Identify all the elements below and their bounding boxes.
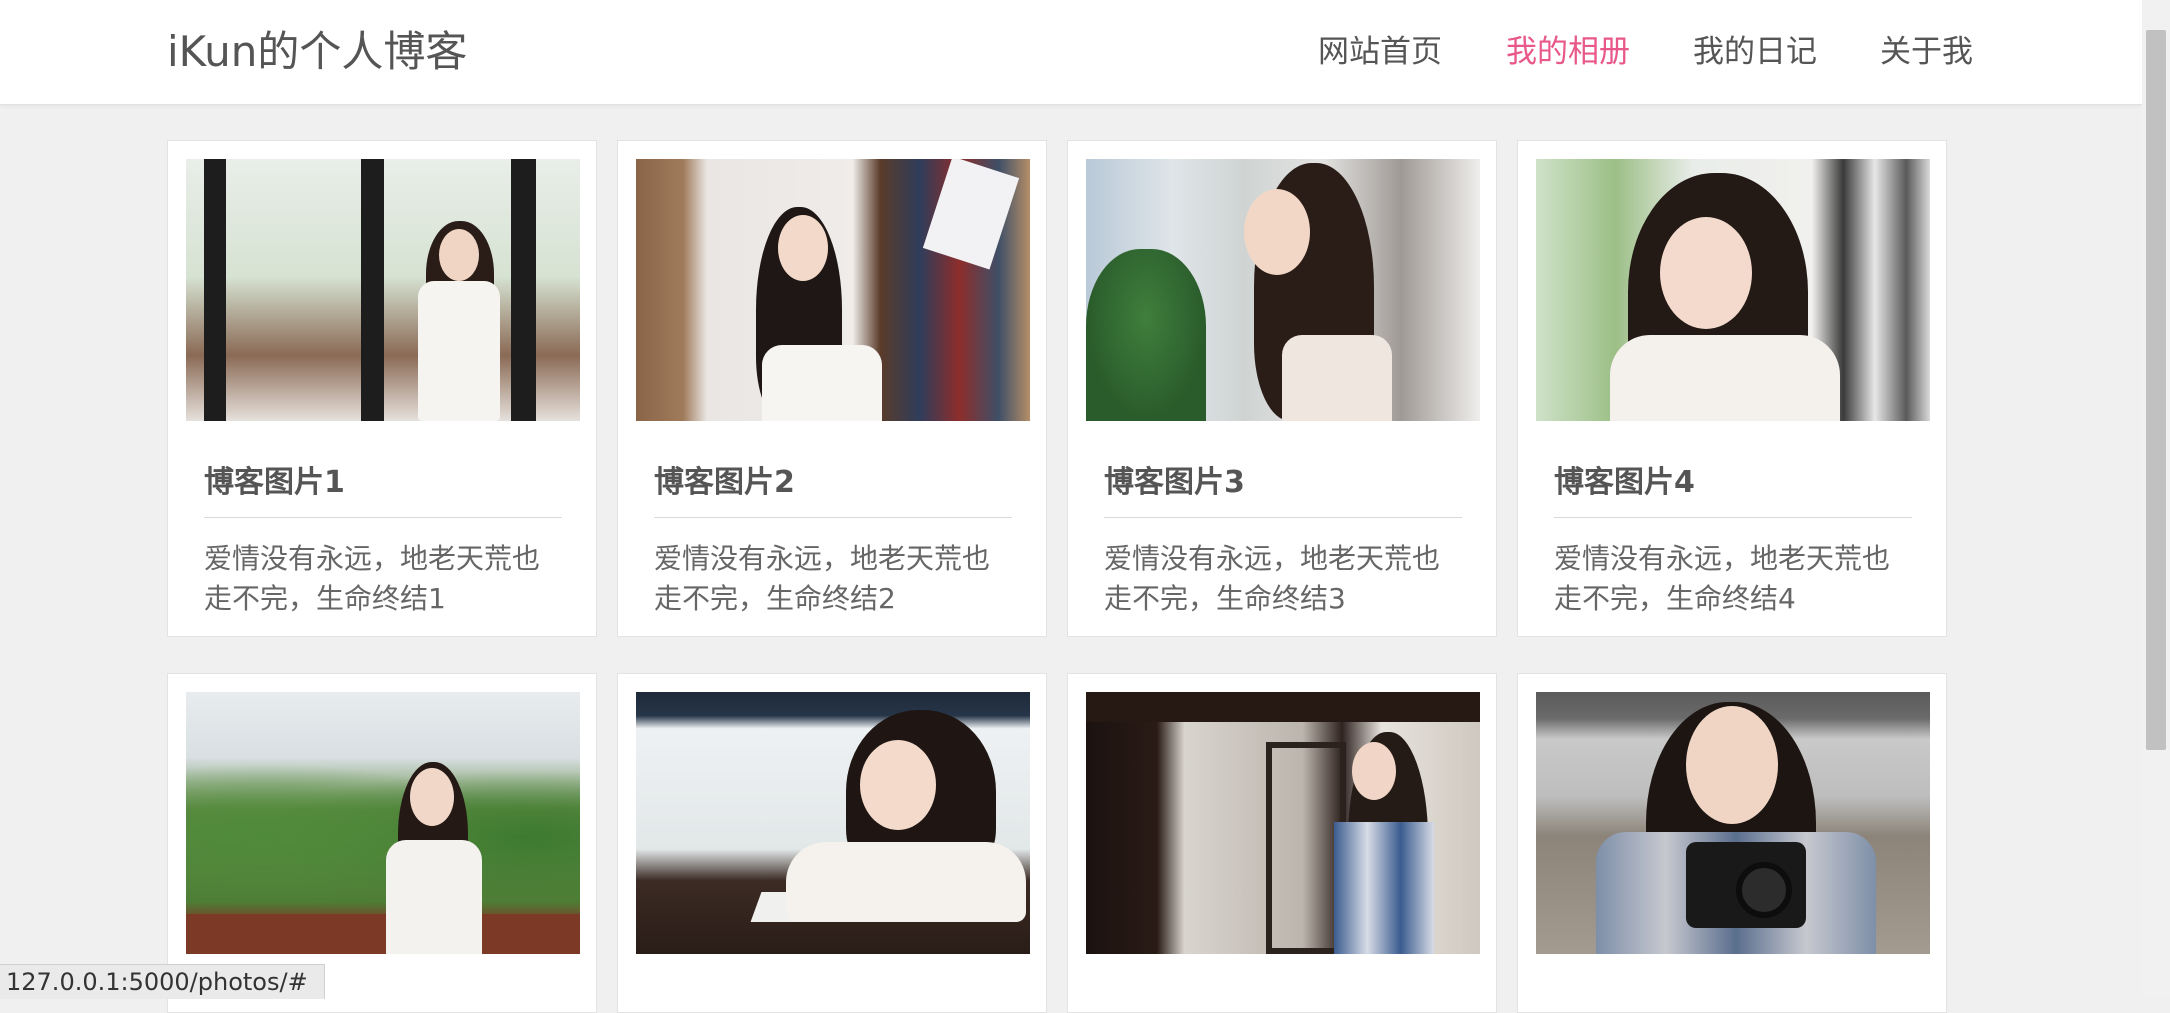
card-divider xyxy=(204,517,562,518)
photo-image-6[interactable] xyxy=(636,692,1030,954)
card-title[interactable]: 博客图片1 xyxy=(204,463,345,503)
photo-image-3[interactable] xyxy=(1086,159,1480,421)
card-description: 爱情没有永远，地老天荒也走不完，生命终结4 xyxy=(1554,542,1891,615)
photo-image-1[interactable] xyxy=(186,159,580,421)
photo-card-5[interactable] xyxy=(167,673,597,1013)
page-scrollbar[interactable] xyxy=(2142,0,2170,998)
card-divider xyxy=(1554,517,1912,518)
photo-card-8[interactable] xyxy=(1517,673,1947,1013)
card-title[interactable]: 博客图片3 xyxy=(1104,463,1245,503)
card-description: 爱情没有永远，地老天荒也走不完，生命终结1 xyxy=(204,542,541,615)
card-divider xyxy=(654,517,1012,518)
photo-image-8[interactable] xyxy=(1536,692,1930,954)
site-brand[interactable]: iKun的个人博客 xyxy=(167,24,467,80)
link-status-bar: 127.0.0.1:5000/photos/# xyxy=(0,964,325,999)
nav-home-link[interactable]: 网站首页 xyxy=(1318,28,1442,76)
photo-image-4[interactable] xyxy=(1536,159,1930,421)
nav-about-link[interactable]: 关于我 xyxy=(1880,28,1973,76)
photo-card-1[interactable]: 博客图片1 爱情没有永远，地老天荒也走不完，生命终结1 xyxy=(167,140,597,637)
photo-image-5[interactable] xyxy=(186,692,580,954)
photo-card-2[interactable]: 博客图片2 爱情没有永远，地老天荒也走不完，生命终结2 xyxy=(617,140,1047,637)
scrollbar-thumb[interactable] xyxy=(2146,30,2166,750)
nav-diary-link[interactable]: 我的日记 xyxy=(1693,28,1817,76)
photo-card-7[interactable] xyxy=(1067,673,1497,1013)
nav-photos-link[interactable]: 我的相册 xyxy=(1506,28,1630,76)
photo-image-2[interactable] xyxy=(636,159,1030,421)
photo-card-6[interactable] xyxy=(617,673,1047,1013)
top-navbar: iKun的个人博客 网站首页 我的相册 我的日记 关于我 xyxy=(0,0,2142,105)
photo-card-3[interactable]: 博客图片3 爱情没有永远，地老天荒也走不完，生命终结3 xyxy=(1067,140,1497,637)
card-title[interactable]: 博客图片2 xyxy=(654,463,795,503)
card-divider xyxy=(1104,517,1462,518)
card-description: 爱情没有永远，地老天荒也走不完，生命终结2 xyxy=(654,542,991,615)
card-description: 爱情没有永远，地老天荒也走不完，生命终结3 xyxy=(1104,542,1441,615)
photo-card-4[interactable]: 博客图片4 爱情没有永远，地老天荒也走不完，生命终结4 xyxy=(1517,140,1947,637)
card-title[interactable]: 博客图片4 xyxy=(1554,463,1695,503)
photo-image-7[interactable] xyxy=(1086,692,1480,954)
